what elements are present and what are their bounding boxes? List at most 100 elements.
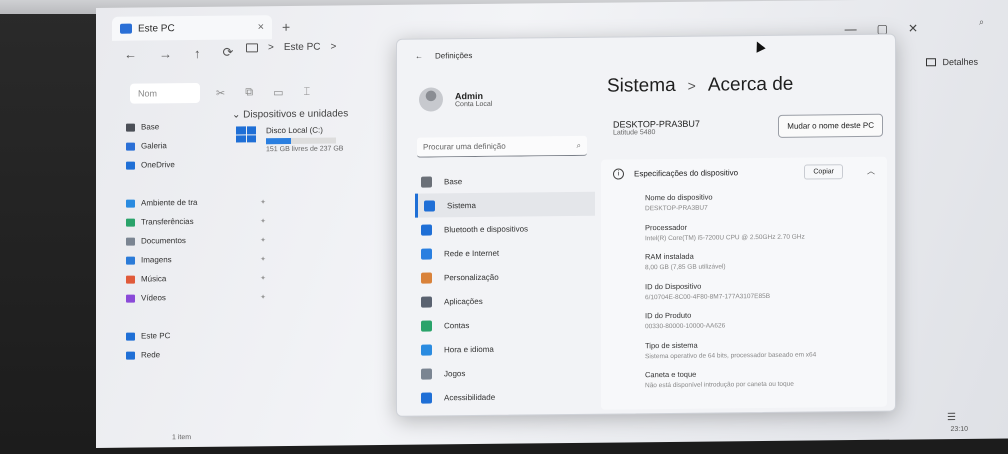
sidebar-item[interactable]: Personalização xyxy=(415,264,595,290)
path-separator: > xyxy=(268,42,274,54)
pin-icon[interactable]: ✦ xyxy=(260,198,266,206)
spec-header[interactable]: i Especificações do dispositivo Copiar ︿ xyxy=(601,157,887,188)
details-button[interactable]: Detalhes xyxy=(926,57,978,68)
nav-item[interactable]: Vídeos ✦ xyxy=(126,287,276,308)
drive-usage-bar xyxy=(266,137,336,145)
spec-row: Tipo de sistema Sistema operativo de 64 b… xyxy=(645,338,887,370)
nav-item-label: Transferências xyxy=(141,216,194,227)
screen: Este PC × + ← → ↑ ⟳ > Este PC > Nom ✂ ⧉ … xyxy=(96,0,1008,448)
nav-item-label: Imagens xyxy=(141,255,172,265)
rename-pc-button[interactable]: Mudar o nome deste PC xyxy=(778,113,883,138)
cut-icon[interactable]: ✂ xyxy=(216,87,225,100)
nav-item[interactable]: Transferências ✦ xyxy=(126,211,276,232)
sidebar-item[interactable]: Hora e idioma xyxy=(415,336,595,362)
search-placeholder: Procurar uma definição xyxy=(423,141,506,152)
sidebar-item[interactable]: Base xyxy=(415,168,595,194)
settings-title: Definições xyxy=(435,51,473,61)
sidebar-item-label: Jogos xyxy=(444,368,466,378)
explorer-nav-toolbar: ← → ↑ ⟳ xyxy=(124,45,233,62)
settings-titlebar: ← Definições xyxy=(415,51,472,61)
sidebar-item[interactable]: Rede e Internet xyxy=(415,240,595,266)
explorer-search-input[interactable]: Nom xyxy=(130,82,200,104)
sidebar-item[interactable]: Jogos xyxy=(415,360,595,386)
back-arrow-icon[interactable]: ← xyxy=(415,52,423,61)
spec-value: 6/10704E-8C00-4F80-8M7-177A3107E85B xyxy=(645,292,771,301)
spec-value: Sistema operativo de 64 bits, processado… xyxy=(645,350,817,360)
copy-icon[interactable]: ⧉ xyxy=(245,86,253,99)
sidebar-item-label: Bluetooth e dispositivos xyxy=(444,223,529,234)
user-account-type: Conta Local xyxy=(455,100,493,108)
drive-item-c[interactable]: Disco Local (C:) 151 GB livres de 237 GB xyxy=(236,125,343,153)
tab-este-pc[interactable]: Este PC × xyxy=(112,15,272,41)
document-icon xyxy=(126,237,135,246)
chevron-up-icon[interactable]: ︿ xyxy=(867,165,875,176)
pin-icon[interactable]: ✦ xyxy=(260,293,266,301)
nav-item[interactable]: Documentos ✦ xyxy=(126,230,276,251)
close-icon[interactable]: ✕ xyxy=(908,21,918,35)
pc-name-card: DESKTOP-PRA3BU7 Latitude 5480 Mudar o no… xyxy=(601,107,887,146)
spec-row: Caneta e toque Não está disponível introd… xyxy=(645,368,887,400)
nav-item-label: OneDrive xyxy=(141,160,175,170)
sidebar-item[interactable]: Bluetooth e dispositivos xyxy=(415,216,595,242)
back-arrow-icon[interactable]: ← xyxy=(124,46,137,61)
sidebar-item-icon xyxy=(421,175,432,188)
tab-label: Este PC xyxy=(138,22,175,35)
pin-icon[interactable]: ✦ xyxy=(260,274,266,282)
nav-item[interactable]: Rede xyxy=(126,344,276,365)
gallery-icon xyxy=(126,142,135,151)
nav-item[interactable]: Ambiente de tra ✦ xyxy=(126,192,276,213)
sidebar-item-label: Sistema xyxy=(447,200,476,210)
nav-item[interactable]: Este PC xyxy=(126,325,276,346)
pc-icon xyxy=(120,23,132,34)
user-profile[interactable]: Admin Conta Local xyxy=(419,87,492,112)
copy-button[interactable]: Copiar xyxy=(804,163,843,180)
sidebar-item-icon xyxy=(421,247,432,260)
sidebar-item[interactable]: Acessibilidade xyxy=(415,384,595,410)
network-icon xyxy=(126,351,135,360)
paste-icon[interactable]: ▭ xyxy=(273,86,283,99)
download-icon xyxy=(126,218,135,227)
spec-row: ID do Dispositivo 6/10704E-8C00-4F80-8M7-… xyxy=(645,279,887,311)
sidebar-item-label: Rede e Internet xyxy=(444,248,500,258)
address-bar[interactable]: > Este PC > xyxy=(246,41,336,53)
nav-item[interactable]: OneDrive xyxy=(126,154,276,175)
spec-key: Processador xyxy=(645,222,688,232)
spec-list: Nome do dispositivo DESKTOP-PRA3BU7 Proces… xyxy=(601,185,887,400)
up-arrow-icon[interactable]: ↑ xyxy=(194,45,201,60)
nav-item-label: Ambiente de tra xyxy=(141,197,198,208)
nav-item[interactable]: Música ✦ xyxy=(126,268,276,289)
spec-key: ID do Dispositivo xyxy=(645,281,702,291)
sidebar-item[interactable]: Sistema xyxy=(415,191,595,218)
forward-arrow-icon[interactable]: → xyxy=(159,46,172,61)
pin-icon[interactable]: ✦ xyxy=(260,217,266,225)
path-segment[interactable]: Este PC xyxy=(284,42,321,53)
pin-icon[interactable]: ✦ xyxy=(260,236,266,244)
sidebar-item-icon xyxy=(421,367,432,380)
pin-icon[interactable]: ✦ xyxy=(260,255,266,263)
section-header-devices[interactable]: ⌄ Dispositivos e unidades xyxy=(232,108,348,120)
search-icon[interactable]: ⌕ xyxy=(979,17,984,28)
breadcrumb-parent[interactable]: Sistema xyxy=(607,75,676,98)
settings-search-input[interactable]: Procurar uma definição ⌕ xyxy=(417,135,587,158)
refresh-icon[interactable]: ⟳ xyxy=(223,45,234,61)
rename-icon[interactable]: ⌶ xyxy=(303,86,310,99)
nav-item-label: Este PC xyxy=(141,331,171,341)
close-tab-icon[interactable]: × xyxy=(258,21,264,33)
video-icon xyxy=(126,294,135,303)
image-icon xyxy=(126,256,135,265)
sidebar-item-label: Base xyxy=(444,176,463,186)
sidebar-item[interactable]: Contas xyxy=(415,312,595,338)
pc-name: DESKTOP-PRA3BU7 xyxy=(613,118,700,130)
music-icon xyxy=(126,275,135,284)
sidebar-item-label: Personalização xyxy=(444,272,499,282)
view-list-icon[interactable]: ☰ xyxy=(947,412,956,423)
sidebar-item[interactable]: Aplicações xyxy=(415,288,595,314)
sidebar-item-label: Contas xyxy=(444,320,470,330)
new-tab-button[interactable]: + xyxy=(282,19,290,35)
nav-item[interactable]: Imagens ✦ xyxy=(126,249,276,270)
spec-value: 00330-80000-10000-AA626 xyxy=(645,322,726,331)
settings-window: ← Definições Admin Conta Local Procurar … xyxy=(396,33,896,417)
sidebar-item-icon xyxy=(421,343,432,356)
